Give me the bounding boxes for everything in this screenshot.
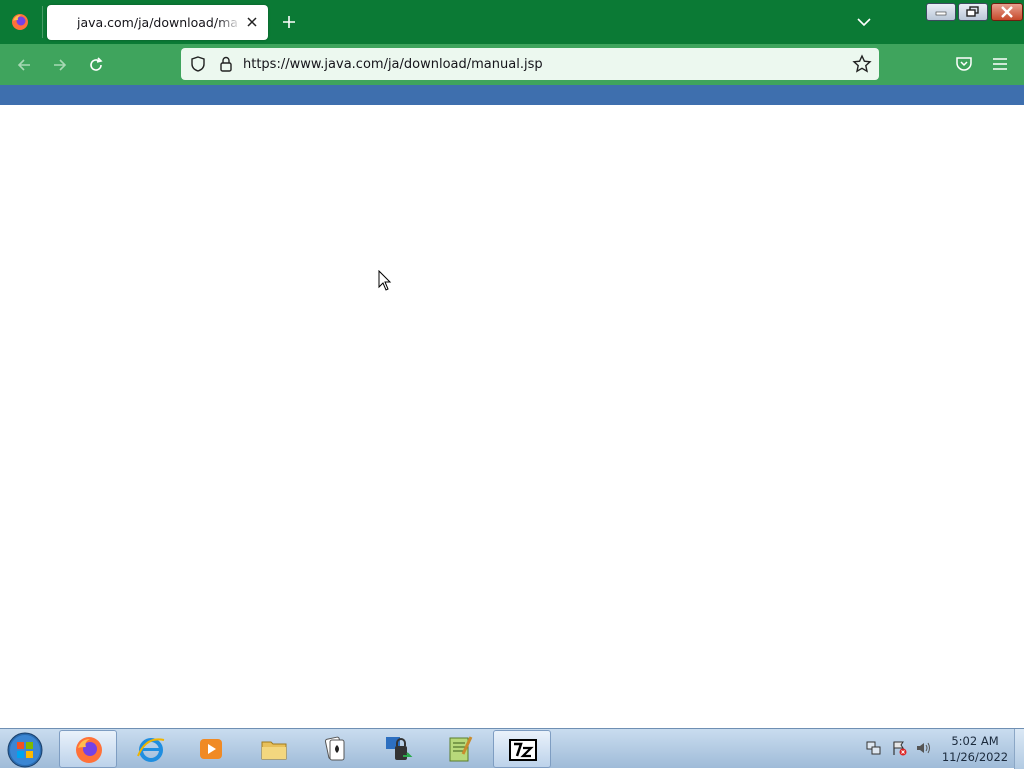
clock-time: 5:02 AM — [951, 734, 999, 748]
address-bar[interactable]: https://www.java.com/ja/download/manual.… — [181, 48, 879, 80]
firefox-icon — [76, 737, 102, 763]
taskbar-clock[interactable]: 5:02 AM 11/26/2022 — [938, 733, 1012, 765]
tab-active[interactable]: java.com/ja/download/manual.jsp — [47, 5, 268, 40]
folder-icon — [261, 741, 287, 760]
chevron-down-icon[interactable] — [853, 11, 875, 33]
hamburger-menu-icon[interactable] — [990, 54, 1010, 74]
7zip-icon — [509, 739, 537, 761]
url-text: https://www.java.com/ja/download/manual.… — [243, 57, 543, 72]
taskbar-internet-explorer[interactable] — [122, 730, 180, 768]
media-player-icon — [200, 739, 222, 759]
page-header-bar — [0, 85, 1024, 105]
taskbar-network-lock-app[interactable] — [369, 730, 427, 768]
new-tab-icon[interactable] — [278, 11, 300, 33]
action-center-flag-icon[interactable] — [891, 740, 907, 756]
shield-icon[interactable] — [189, 55, 207, 73]
firefox-view-icon[interactable] — [10, 12, 30, 32]
close-window-button[interactable] — [991, 3, 1023, 21]
tab-title: java.com/ja/download/manual.jsp — [77, 15, 239, 30]
volume-icon[interactable] — [915, 740, 931, 756]
forward-icon[interactable] — [49, 54, 71, 76]
mouse-cursor-icon — [378, 270, 392, 291]
page-content — [0, 105, 1024, 728]
taskbar-notepad-plus[interactable] — [431, 730, 489, 768]
playing-cards-icon — [324, 736, 345, 761]
minimize-button[interactable] — [926, 3, 956, 21]
taskbar-file-explorer[interactable] — [245, 730, 303, 768]
taskbar-firefox[interactable] — [59, 730, 117, 768]
restore-button[interactable] — [958, 3, 988, 21]
network-lock-icon — [386, 737, 413, 760]
lock-icon[interactable] — [217, 55, 235, 73]
navigation-bar: https://www.java.com/ja/download/manual.… — [0, 44, 1024, 85]
taskbar: 5:02 AM 11/26/2022 — [0, 728, 1024, 769]
tab-strip: java.com/ja/download/manual.jsp — [0, 0, 1024, 44]
close-tab-icon[interactable] — [242, 12, 262, 32]
pocket-icon[interactable] — [954, 54, 974, 74]
back-icon[interactable] — [13, 54, 35, 76]
internet-explorer-icon — [137, 738, 165, 762]
taskbar-7zip[interactable] — [493, 730, 551, 768]
bookmark-star-icon[interactable] — [852, 54, 872, 74]
show-desktop-button[interactable] — [1014, 729, 1024, 769]
taskbar-solitaire[interactable] — [306, 730, 364, 768]
notepad-plus-icon — [449, 736, 473, 762]
clock-date: 11/26/2022 — [941, 750, 1009, 764]
taskbar-media-player[interactable] — [182, 730, 240, 768]
start-button[interactable] — [6, 731, 44, 769]
reload-icon[interactable] — [85, 54, 107, 76]
tab-title-fade — [217, 9, 241, 35]
tab-separator — [42, 6, 43, 38]
network-icon[interactable] — [866, 740, 882, 756]
